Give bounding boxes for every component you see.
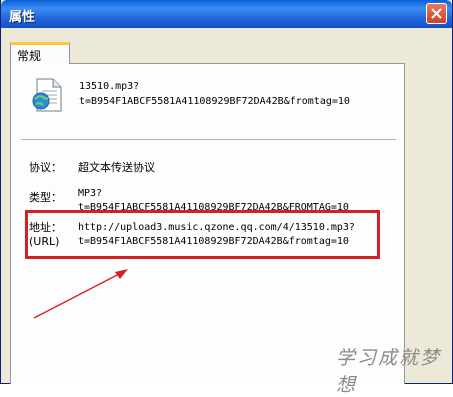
protocol-value: 超文本传送协议 (78, 161, 155, 174)
tab-general[interactable]: 常规 (10, 42, 70, 64)
file-name-line2: t=B954F1ABCF5581A41108929BF72DA42B&fromt… (79, 96, 350, 107)
close-button[interactable] (426, 3, 447, 24)
type-label: 类型： (29, 191, 62, 204)
window-title: 属性 (9, 10, 36, 25)
protocol-label: 协议： (29, 161, 62, 174)
title-bar[interactable]: 属性 (1, 0, 452, 28)
address-highlight-box (25, 210, 380, 259)
file-name: 13510.mp3? t=B954F1ABCF5581A41108929BF72… (79, 79, 350, 109)
separator (21, 139, 396, 141)
file-name-line1: 13510.mp3? (79, 81, 140, 92)
type-value-line1: MP3? (78, 188, 103, 199)
close-icon (431, 8, 442, 19)
web-document-icon (32, 78, 62, 112)
watermark-text: 学习成就梦想 (336, 347, 442, 396)
general-panel: 13510.mp3? t=B954F1ABCF5581A41108929BF72… (10, 63, 405, 384)
properties-window: 属性 常规 13510.mp3? t=B954F1ABCF5581A411089… (0, 0, 453, 396)
tab-general-label: 常规 (17, 49, 42, 63)
